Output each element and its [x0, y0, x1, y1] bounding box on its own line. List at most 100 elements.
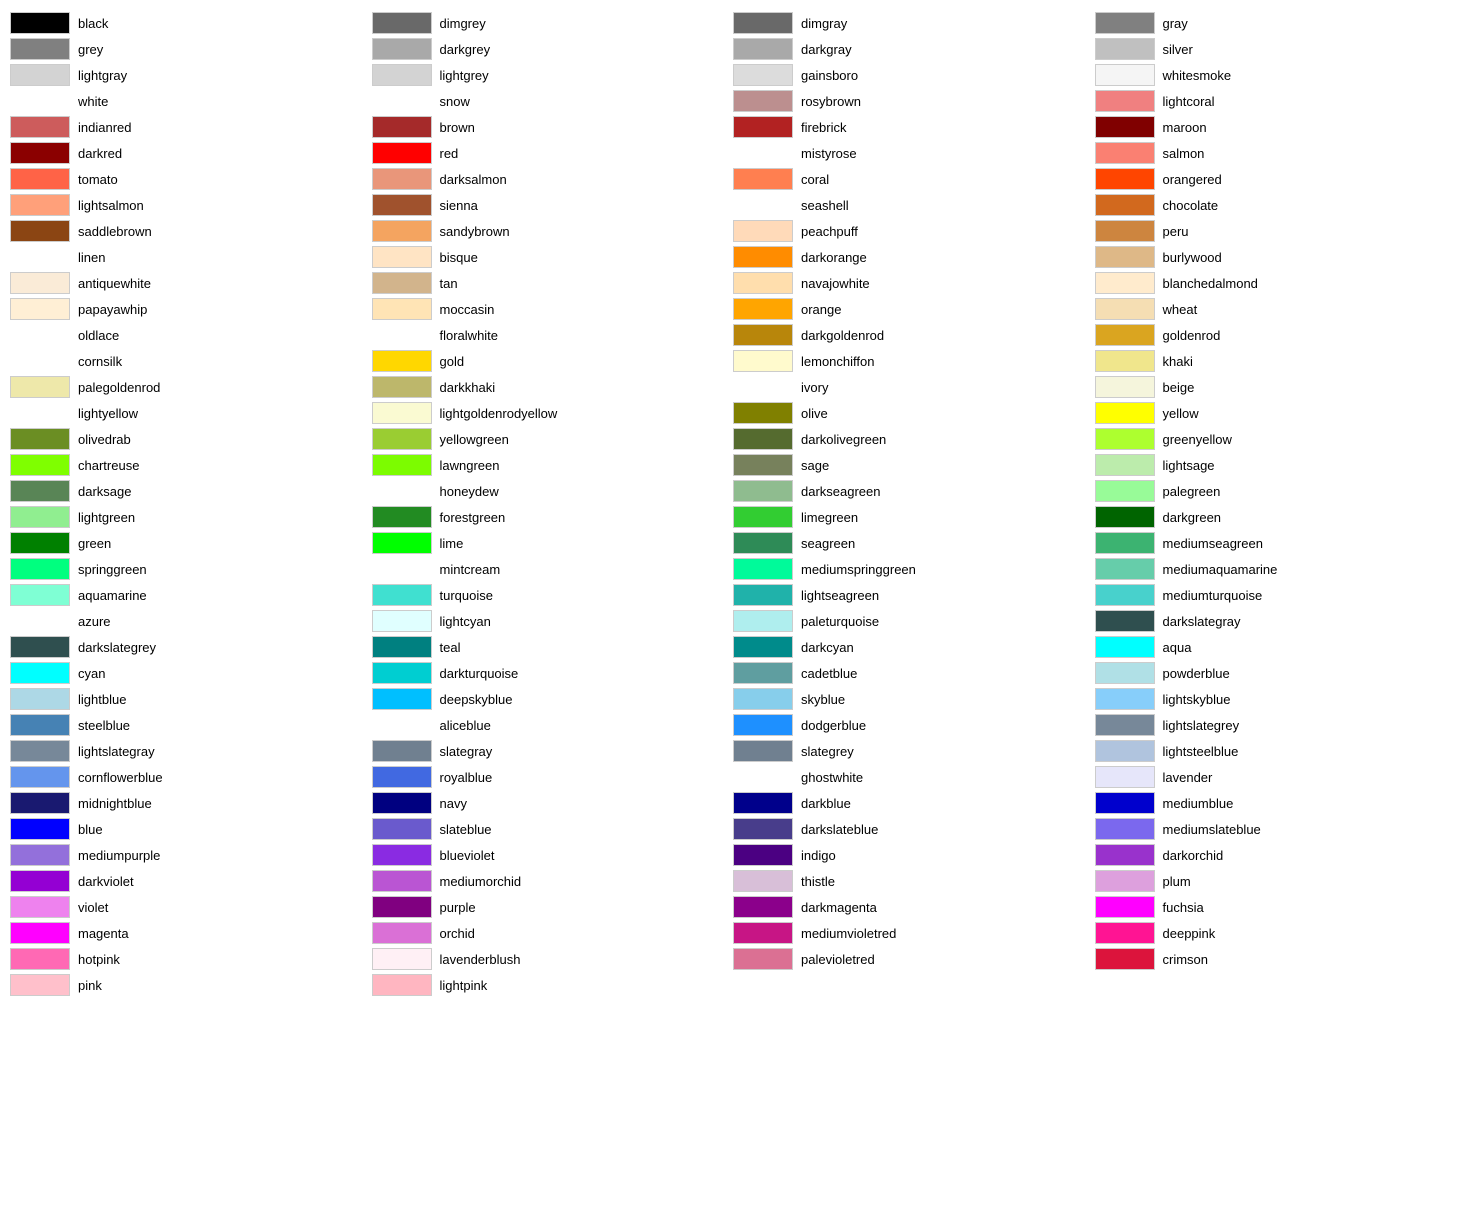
color-label: lightgreen	[78, 510, 135, 525]
color-label: magenta	[78, 926, 129, 941]
color-label: snow	[440, 94, 470, 109]
color-swatch	[10, 298, 70, 320]
color-swatch	[733, 584, 793, 606]
color-swatch	[372, 532, 432, 554]
color-item: cornflowerblue	[10, 764, 372, 790]
color-label: papayawhip	[78, 302, 147, 317]
color-item: orange	[733, 296, 1095, 322]
color-item: gray	[1095, 10, 1457, 36]
color-item: cornsilk	[10, 348, 372, 374]
color-item: blueviolet	[372, 842, 734, 868]
color-swatch	[10, 818, 70, 840]
color-item: slategrey	[733, 738, 1095, 764]
color-swatch	[1095, 142, 1155, 164]
color-label: sage	[801, 458, 829, 473]
color-swatch	[10, 168, 70, 190]
color-label: thistle	[801, 874, 835, 889]
color-item: hotpink	[10, 946, 372, 972]
color-item: moccasin	[372, 296, 734, 322]
color-label: brown	[440, 120, 475, 135]
color-item: lightsteelblue	[1095, 738, 1457, 764]
color-label: darkgoldenrod	[801, 328, 884, 343]
color-label: yellow	[1163, 406, 1199, 421]
color-grid: blackgreylightgraywhiteindianreddarkredt…	[10, 10, 1456, 998]
color-label: slategray	[440, 744, 493, 759]
color-label: lightseagreen	[801, 588, 879, 603]
color-swatch	[10, 922, 70, 944]
color-swatch	[372, 818, 432, 840]
color-label: violet	[78, 900, 108, 915]
color-swatch	[10, 896, 70, 918]
color-label: beige	[1163, 380, 1195, 395]
color-item: mediumvioletred	[733, 920, 1095, 946]
color-label: fuchsia	[1163, 900, 1204, 915]
color-item: royalblue	[372, 764, 734, 790]
color-item: blue	[10, 816, 372, 842]
color-label: peru	[1163, 224, 1189, 239]
color-swatch	[10, 376, 70, 398]
color-swatch	[10, 558, 70, 580]
color-label: darkorchid	[1163, 848, 1224, 863]
color-item: darkgoldenrod	[733, 322, 1095, 348]
color-item: maroon	[1095, 114, 1457, 140]
color-label: navy	[440, 796, 467, 811]
color-item: mediumspringgreen	[733, 556, 1095, 582]
color-item: snow	[372, 88, 734, 114]
color-swatch	[1095, 870, 1155, 892]
color-label: pink	[78, 978, 102, 993]
color-swatch	[372, 636, 432, 658]
color-swatch	[10, 38, 70, 60]
color-swatch	[10, 714, 70, 736]
color-label: slateblue	[440, 822, 492, 837]
color-item: turquoise	[372, 582, 734, 608]
color-item: coral	[733, 166, 1095, 192]
color-swatch	[372, 12, 432, 34]
color-label: black	[78, 16, 108, 31]
color-item: darkgray	[733, 36, 1095, 62]
color-label: seagreen	[801, 536, 855, 551]
color-item: chocolate	[1095, 192, 1457, 218]
color-label: skyblue	[801, 692, 845, 707]
color-swatch	[733, 740, 793, 762]
color-label: lightsage	[1163, 458, 1215, 473]
color-swatch	[1095, 662, 1155, 684]
color-swatch	[1095, 298, 1155, 320]
color-item: floralwhite	[372, 322, 734, 348]
color-label: crimson	[1163, 952, 1209, 967]
color-label: cornsilk	[78, 354, 122, 369]
color-swatch	[1095, 324, 1155, 346]
color-swatch	[733, 662, 793, 684]
color-label: lawngreen	[440, 458, 500, 473]
color-swatch	[10, 90, 70, 112]
color-label: tomato	[78, 172, 118, 187]
color-item: thistle	[733, 868, 1095, 894]
color-label: coral	[801, 172, 829, 187]
color-label: mediumturquoise	[1163, 588, 1263, 603]
color-item: darkolivegreen	[733, 426, 1095, 452]
color-item: dimgray	[733, 10, 1095, 36]
color-item: lightsalmon	[10, 192, 372, 218]
color-item: lightyellow	[10, 400, 372, 426]
color-swatch	[733, 792, 793, 814]
color-label: dimgrey	[440, 16, 486, 31]
color-label: springgreen	[78, 562, 147, 577]
color-item: cyan	[10, 660, 372, 686]
color-item: sienna	[372, 192, 734, 218]
color-item: lightgoldenrodyellow	[372, 400, 734, 426]
color-item: lavender	[1095, 764, 1457, 790]
color-item: limegreen	[733, 504, 1095, 530]
color-swatch	[733, 610, 793, 632]
color-label: darkgray	[801, 42, 852, 57]
color-item: sandybrown	[372, 218, 734, 244]
color-swatch	[733, 558, 793, 580]
color-label: slategrey	[801, 744, 854, 759]
color-label: aliceblue	[440, 718, 491, 733]
color-swatch	[372, 480, 432, 502]
color-swatch	[1095, 272, 1155, 294]
color-item: blanchedalmond	[1095, 270, 1457, 296]
color-item: seagreen	[733, 530, 1095, 556]
color-label: gainsboro	[801, 68, 858, 83]
color-swatch	[372, 948, 432, 970]
color-item: khaki	[1095, 348, 1457, 374]
color-swatch	[372, 740, 432, 762]
